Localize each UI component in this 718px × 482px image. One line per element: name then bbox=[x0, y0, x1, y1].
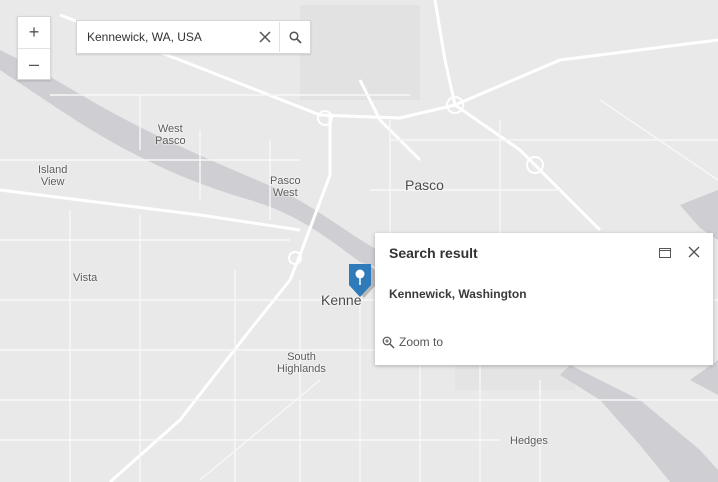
place-label-pasco-west: Pasco West bbox=[270, 175, 301, 199]
clear-search-button[interactable] bbox=[251, 22, 279, 52]
place-label-south-highlands: South Highlands bbox=[277, 351, 326, 375]
search-result-popup: Search result Kennewick, Washington Zoom… bbox=[375, 233, 713, 365]
dock-icon bbox=[659, 248, 671, 258]
close-icon bbox=[259, 31, 271, 43]
place-label-pasco: Pasco bbox=[405, 177, 444, 193]
place-label-hedges: Hedges bbox=[510, 435, 548, 447]
search-icon bbox=[288, 30, 302, 44]
place-label-west-pasco: West Pasco bbox=[155, 123, 186, 147]
popup-title: Search result bbox=[389, 245, 478, 261]
zoom-out-button[interactable]: – bbox=[18, 48, 50, 79]
search-button[interactable] bbox=[279, 22, 310, 52]
map-view[interactable]: West Pasco Island View Pasco West Pasco Vis… bbox=[0, 0, 718, 482]
place-label-island-view: Island View bbox=[38, 164, 68, 188]
search-box bbox=[76, 20, 311, 54]
popup-close-button[interactable] bbox=[686, 244, 702, 260]
search-input[interactable] bbox=[77, 21, 251, 53]
zoom-controls: + – bbox=[17, 16, 51, 80]
close-icon bbox=[688, 246, 700, 258]
zoom-in-button[interactable]: + bbox=[18, 17, 50, 48]
location-pin-icon[interactable] bbox=[347, 263, 377, 299]
dock-button[interactable] bbox=[658, 246, 672, 260]
zoom-to-label: Zoom to bbox=[399, 335, 444, 349]
zoom-to-button[interactable]: Zoom to bbox=[382, 335, 443, 349]
popup-footer: Zoom to bbox=[375, 331, 713, 353]
search-result-text: Kennewick, Washington bbox=[389, 287, 527, 301]
zoom-magnifier-icon bbox=[382, 336, 395, 348]
place-label-vista: Vista bbox=[73, 272, 98, 284]
